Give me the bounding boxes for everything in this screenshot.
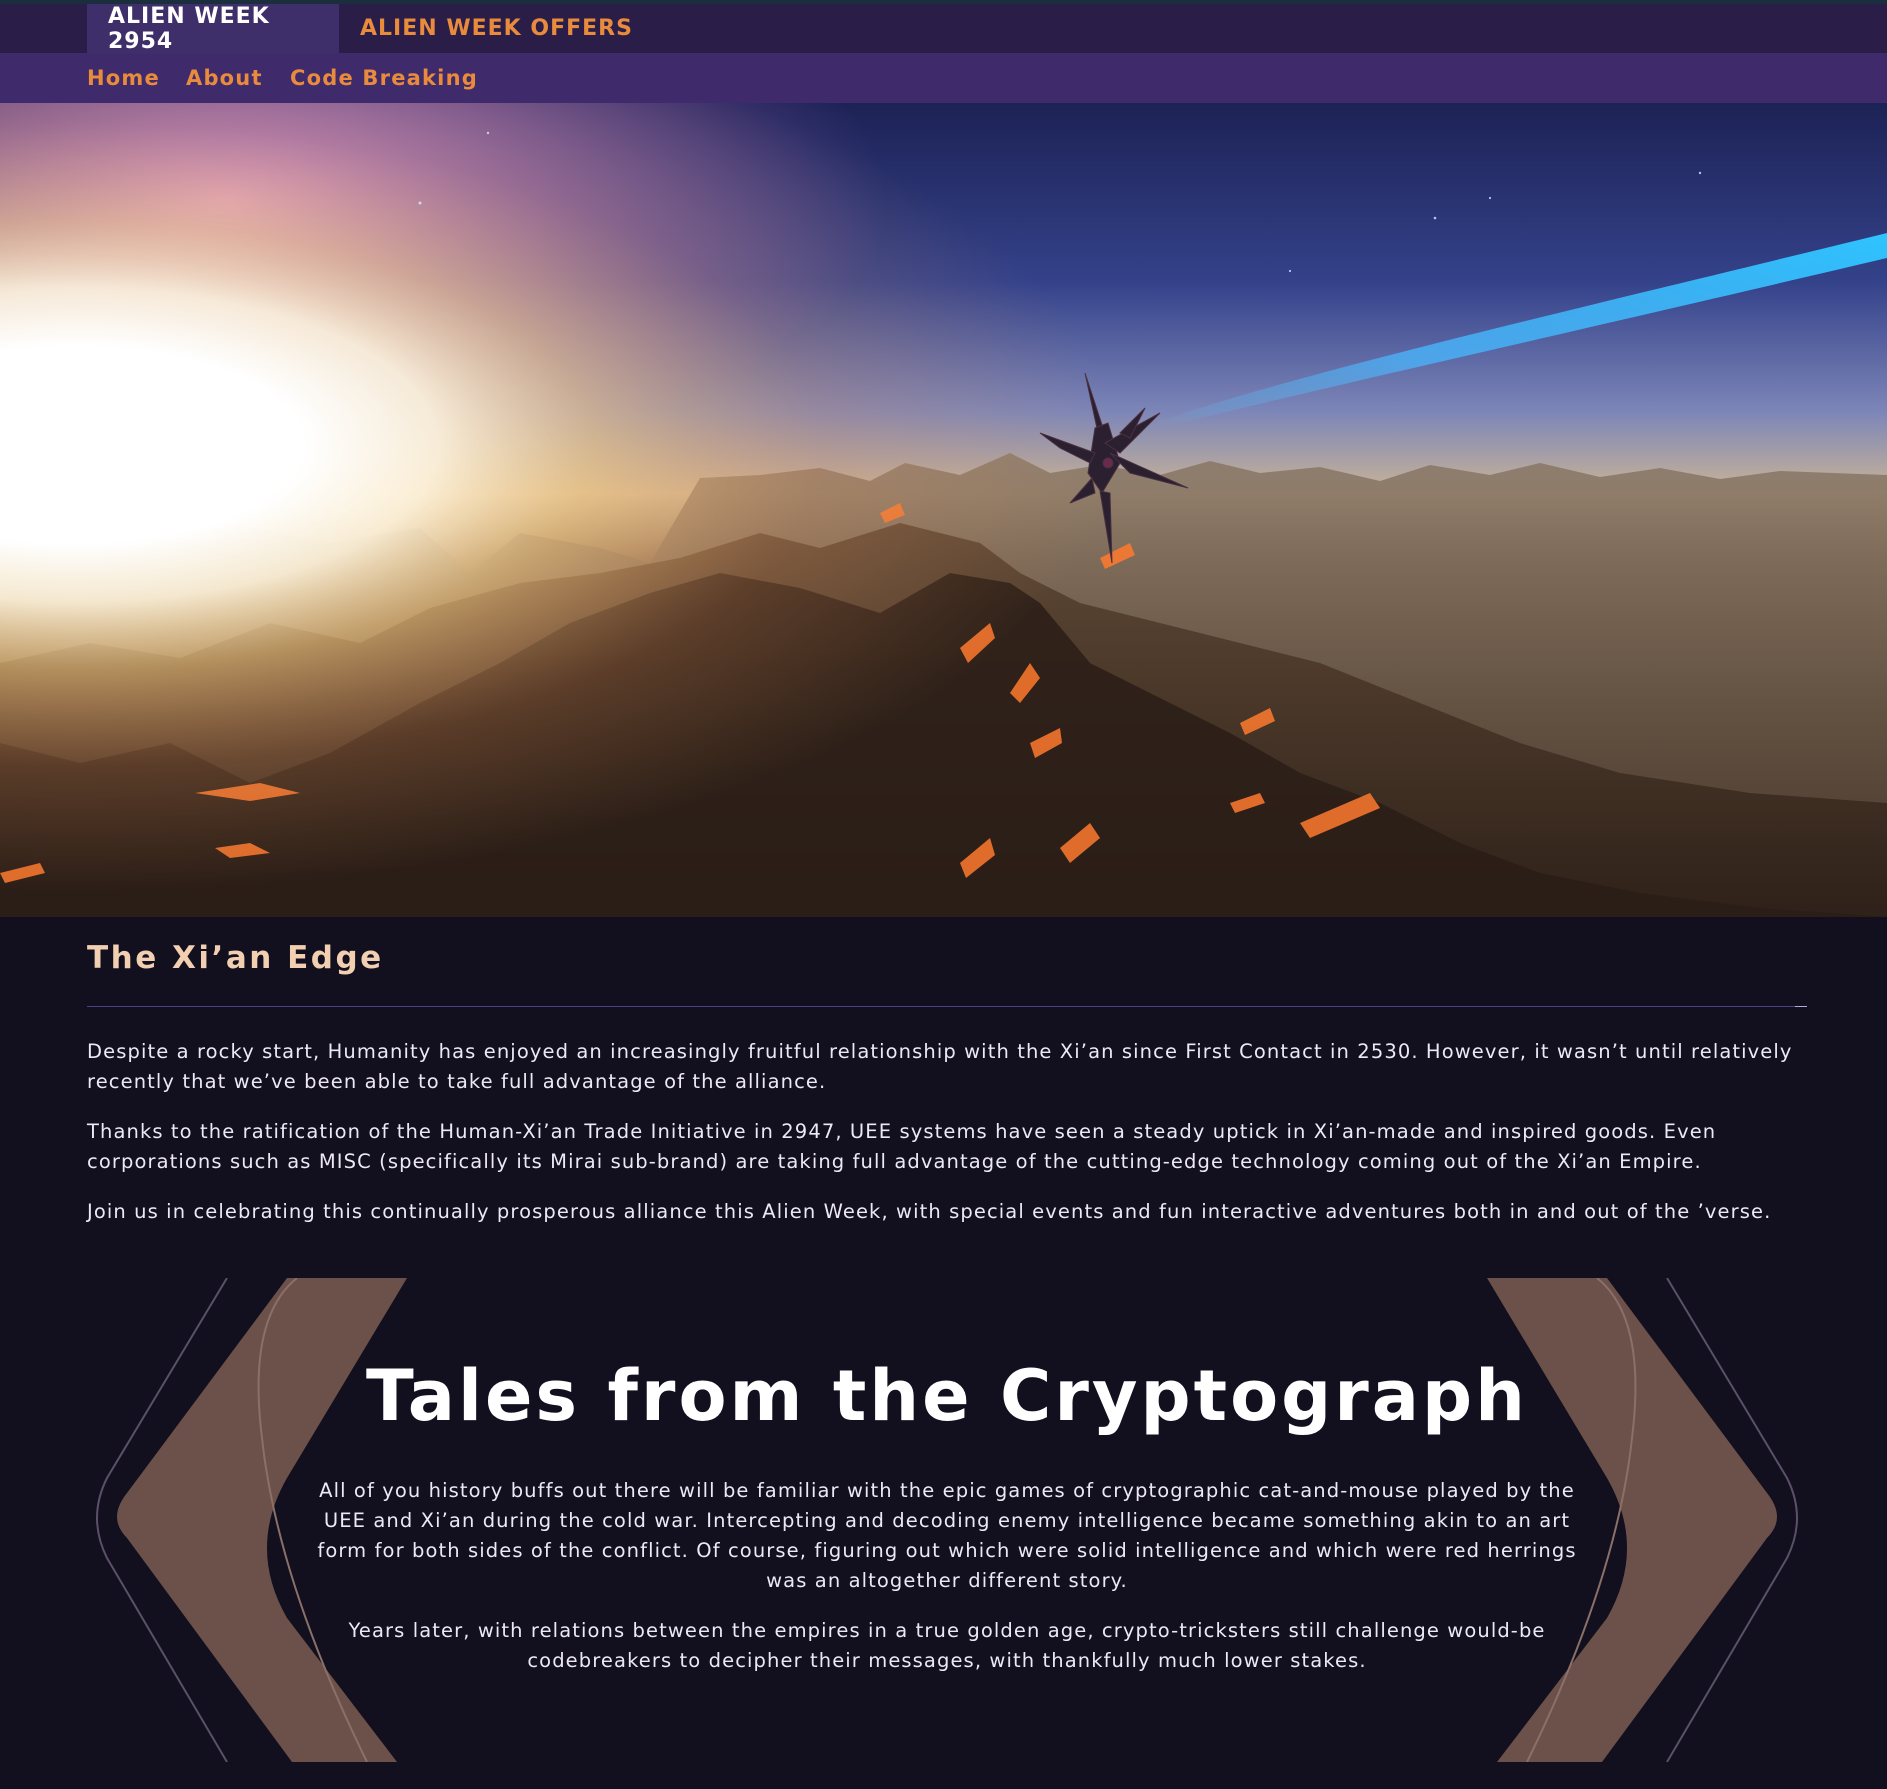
top-navigation-bar: ALIEN WEEK 2954 ALIEN WEEK OFFERS bbox=[0, 0, 1887, 54]
nav-link-about[interactable]: About bbox=[186, 53, 263, 103]
cryptograph-paragraph-2: Years later, with relations between the … bbox=[348, 1619, 1546, 1672]
nav-link-code-breaking[interactable]: Code Breaking bbox=[290, 53, 478, 103]
intro-paragraph-2: Thanks to the ratification of the Human-… bbox=[87, 1120, 1717, 1173]
sub-navigation-bar: Home About Code Breaking bbox=[0, 53, 1887, 103]
hero-image bbox=[0, 103, 1887, 917]
intro-paragraph-3: Join us in celebrating this continually … bbox=[87, 1200, 1772, 1223]
tab-alien-week-offers[interactable]: ALIEN WEEK OFFERS bbox=[339, 4, 654, 53]
intro-text: Despite a rocky start, Humanity has enjo… bbox=[87, 1037, 1807, 1247]
tab-alien-week-2954[interactable]: ALIEN WEEK 2954 bbox=[87, 4, 339, 54]
hero-scene-illustration bbox=[0, 103, 1887, 917]
cryptograph-title: Tales from the Cryptograph bbox=[366, 1355, 1528, 1437]
section-title-xian-edge: The Xi’an Edge bbox=[87, 940, 384, 976]
cryptograph-paragraph-1: All of you history buffs out there will … bbox=[317, 1479, 1577, 1592]
section-divider-accent bbox=[1795, 1006, 1807, 1007]
section-divider bbox=[87, 1006, 1807, 1007]
cryptograph-text: All of you history buffs out there will … bbox=[300, 1476, 1594, 1696]
intro-paragraph-1: Despite a rocky start, Humanity has enjo… bbox=[87, 1040, 1793, 1093]
nav-link-home[interactable]: Home bbox=[87, 53, 160, 103]
